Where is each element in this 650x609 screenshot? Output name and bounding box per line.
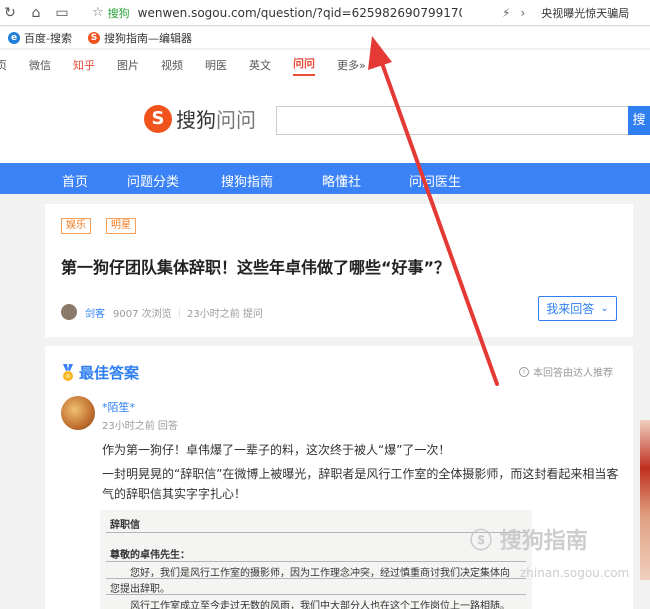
channel-more[interactable]: 更多» bbox=[337, 57, 366, 73]
letter-salutation: 尊敬的卓伟先生： bbox=[110, 550, 190, 561]
question-author[interactable]: 剑客 bbox=[85, 305, 105, 320]
medal-icon bbox=[63, 363, 73, 381]
letter-heading: 辞职信 bbox=[110, 520, 140, 531]
logo-text-wenwen: 问问 bbox=[216, 108, 256, 132]
letter-line: 您好，我们是风行工作室的摄影师，因为工作理念冲突，经过慎重商讨我们决定集体向 bbox=[130, 568, 510, 579]
recommend-text: 本回答由达人推荐 bbox=[533, 368, 613, 379]
watermark-icon: ⓢ bbox=[470, 529, 493, 554]
logo-text-sogou: 搜狗 bbox=[176, 108, 216, 132]
letter-rule bbox=[106, 578, 526, 579]
answer-avatar[interactable] bbox=[61, 396, 95, 430]
divider: | bbox=[177, 306, 182, 318]
info-icon: ! bbox=[519, 366, 529, 377]
secure-label: 搜狗 bbox=[107, 6, 130, 20]
tag-celebrity[interactable]: 明星 bbox=[106, 218, 136, 234]
nav-sogou-guide[interactable]: 搜狗指南 bbox=[221, 171, 273, 190]
watermark-text: 搜狗指南 bbox=[499, 529, 588, 554]
tag-entertainment[interactable]: 娱乐 bbox=[61, 218, 91, 234]
search-input[interactable] bbox=[276, 106, 631, 135]
sogou-wenwen-logo[interactable]: S 搜狗问问 bbox=[144, 104, 256, 133]
channel-images[interactable]: 图片 bbox=[117, 57, 139, 73]
channel-weixin[interactable]: 微信 bbox=[29, 57, 51, 73]
answer-button[interactable]: 我来回答 ⌄ bbox=[538, 296, 617, 321]
site-header: S 搜狗问问 搜 bbox=[0, 80, 650, 163]
nav-categories[interactable]: 问题分类 bbox=[127, 171, 179, 190]
bookmarks-bar: e 百度-搜索 S 搜狗指南—编辑器 bbox=[0, 27, 650, 49]
nav-doctor[interactable]: 问问医生 bbox=[409, 171, 461, 190]
reader-icon[interactable]: ▭ bbox=[52, 3, 72, 23]
bookmark-baidu[interactable]: e 百度-搜索 bbox=[8, 30, 72, 46]
refresh-icon[interactable]: ↻ bbox=[0, 3, 20, 23]
channel-video[interactable]: 视频 bbox=[161, 57, 183, 73]
channel-english[interactable]: 英文 bbox=[249, 57, 271, 73]
recommend-note: ! 本回答由达人推荐 bbox=[519, 364, 613, 379]
chevron-right-icon[interactable]: › bbox=[520, 6, 525, 20]
chevron-down-icon: ⌄ bbox=[600, 303, 609, 314]
answer-paragraph: 作为第一狗仔！卓伟爆了一辈子的料，这次终于被人“爆”了一次！ bbox=[102, 443, 451, 457]
letter-line: 您提出辞职。 bbox=[110, 584, 170, 595]
letter-rule bbox=[106, 532, 526, 533]
bookmark-label: 搜狗指南—编辑器 bbox=[103, 31, 192, 45]
url-text[interactable]: wenwen.sogou.com/question/?qid=625982690… bbox=[138, 6, 462, 20]
channel-wenwen[interactable]: 问问 bbox=[293, 55, 315, 76]
answer-author[interactable]: *陌笙* bbox=[102, 399, 135, 415]
question-title: 第一狗仔团队集体辞职！这些年卓伟做了哪些“好事”？ bbox=[61, 258, 451, 277]
watermark: ⓢ 搜狗指南 bbox=[470, 523, 588, 555]
answer-time: 23小时之前 回答 bbox=[102, 421, 178, 432]
lightning-icon[interactable]: ⚡ bbox=[502, 6, 510, 20]
sogou-logo-icon: S bbox=[144, 104, 172, 133]
resignation-letter-image: 辞职信 尊敬的卓伟先生： 您好，我们是风行工作室的摄影师，因为工作理念冲突，经过… bbox=[100, 510, 532, 609]
news-ticker[interactable]: 央视曝光惊天骗局 bbox=[541, 5, 629, 21]
nav-luedong[interactable]: 略懂社 bbox=[322, 171, 361, 190]
question-time: 23小时之前 提问 bbox=[187, 308, 263, 320]
answer-paragraph: 一封明晃晃的“辞职信”在微博上被曝光，辞职者是风行工作室的全体摄影师，而这封看起… bbox=[102, 467, 619, 501]
sogou-icon: S bbox=[87, 31, 100, 44]
home-icon[interactable]: ⌂ bbox=[26, 3, 46, 23]
best-answer-label: 最佳答案 bbox=[79, 364, 140, 382]
ie-icon: e bbox=[8, 31, 20, 44]
browser-address-bar: ↻ ⌂ ▭ ☆ 搜狗 wenwen.sogou.com/question/?qi… bbox=[0, 0, 650, 26]
search-button[interactable]: 搜 bbox=[628, 106, 650, 135]
best-answer-heading: 最佳答案 bbox=[61, 362, 139, 383]
question-meta: 剑客 9007 次浏览 | 23小时之前 提问 bbox=[61, 304, 263, 320]
avatar[interactable] bbox=[61, 304, 77, 320]
nav-home[interactable]: 首页 bbox=[62, 171, 88, 190]
star-icon[interactable]: ☆ bbox=[92, 5, 104, 20]
watermark-url: zhinan.sogou.com bbox=[520, 566, 630, 580]
main-nav: 首页 问题分类 搜狗指南 略懂社 问问医生 bbox=[0, 163, 650, 194]
side-image[interactable] bbox=[640, 420, 650, 580]
view-count: 9007 次浏览 bbox=[113, 308, 172, 320]
channel-web[interactable]: 页 bbox=[0, 57, 7, 73]
channel-mingyi[interactable]: 明医 bbox=[205, 57, 227, 73]
answer-button-label: 我来回答 bbox=[546, 302, 595, 316]
bookmark-sogou-guide[interactable]: S 搜狗指南—编辑器 bbox=[87, 30, 192, 46]
letter-rule bbox=[106, 561, 526, 562]
letter-rule bbox=[106, 594, 526, 595]
url-field[interactable]: ☆ 搜狗 wenwen.sogou.com/question/?qid=6259… bbox=[92, 5, 462, 21]
channel-nav: 页 微信 知乎 图片 视频 明医 英文 问问 更多» bbox=[0, 50, 650, 80]
letter-line: 风行工作室成立至今走过无数的风雨，我们中大部分人也在这个工作岗位上一路相随。 bbox=[130, 601, 510, 609]
bookmark-label: 百度-搜索 bbox=[24, 31, 72, 45]
question-card: 娱乐 明星 第一狗仔团队集体辞职！这些年卓伟做了哪些“好事”？ 剑客 9007 … bbox=[45, 204, 633, 337]
channel-zhihu[interactable]: 知乎 bbox=[73, 57, 95, 73]
